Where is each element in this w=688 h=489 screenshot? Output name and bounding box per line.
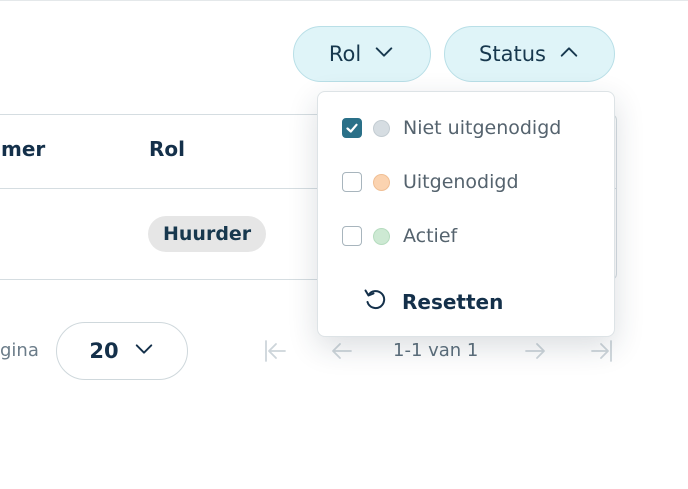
- check-icon: [346, 123, 358, 133]
- top-divider: [0, 0, 688, 1]
- reset-label: Resetten: [402, 289, 504, 314]
- last-page-icon[interactable]: [588, 338, 614, 364]
- status-dot-grey: [373, 119, 390, 137]
- arrow-left-icon[interactable]: [329, 338, 355, 364]
- checkbox-unchecked[interactable]: [342, 226, 362, 246]
- page-size-select[interactable]: 20: [56, 322, 188, 380]
- chevron-down-icon: [373, 41, 395, 68]
- status-option-uitgenodigd[interactable]: Uitgenodigd: [342, 169, 519, 195]
- table-header-rol[interactable]: Rol: [149, 137, 185, 161]
- status-dot-green: [373, 227, 390, 245]
- reset-icon: [362, 286, 388, 317]
- page-size-value: 20: [89, 339, 119, 363]
- reset-filter-button[interactable]: Resetten: [362, 286, 503, 317]
- per-page-label: gina: [0, 340, 39, 361]
- status-filter-label: Status: [479, 42, 546, 66]
- status-filter-button[interactable]: Status: [444, 26, 615, 82]
- chevron-down-icon: [133, 338, 155, 365]
- first-page-icon[interactable]: [263, 338, 289, 364]
- status-option-actief[interactable]: Actief: [342, 223, 457, 249]
- status-option-label: Niet uitgenodigd: [403, 117, 562, 139]
- rol-filter-button[interactable]: Rol: [293, 26, 431, 82]
- status-filter-menu: Niet uitgenodigd Uitgenodigd Actief Rese…: [317, 91, 615, 337]
- table-header-number[interactable]: mer: [1, 137, 45, 161]
- chevron-up-icon: [558, 41, 580, 68]
- status-dot-orange: [373, 173, 390, 191]
- status-option-niet-uitgenodigd[interactable]: Niet uitgenodigd: [342, 115, 561, 141]
- checkbox-checked[interactable]: [342, 118, 362, 138]
- status-option-label: Uitgenodigd: [403, 171, 519, 193]
- page-range: 1-1 van 1: [393, 340, 479, 361]
- checkbox-unchecked[interactable]: [342, 172, 362, 192]
- rol-filter-label: Rol: [328, 42, 362, 66]
- status-option-label: Actief: [403, 225, 458, 247]
- arrow-right-icon[interactable]: [522, 338, 548, 364]
- role-badge: Huurder: [148, 216, 267, 252]
